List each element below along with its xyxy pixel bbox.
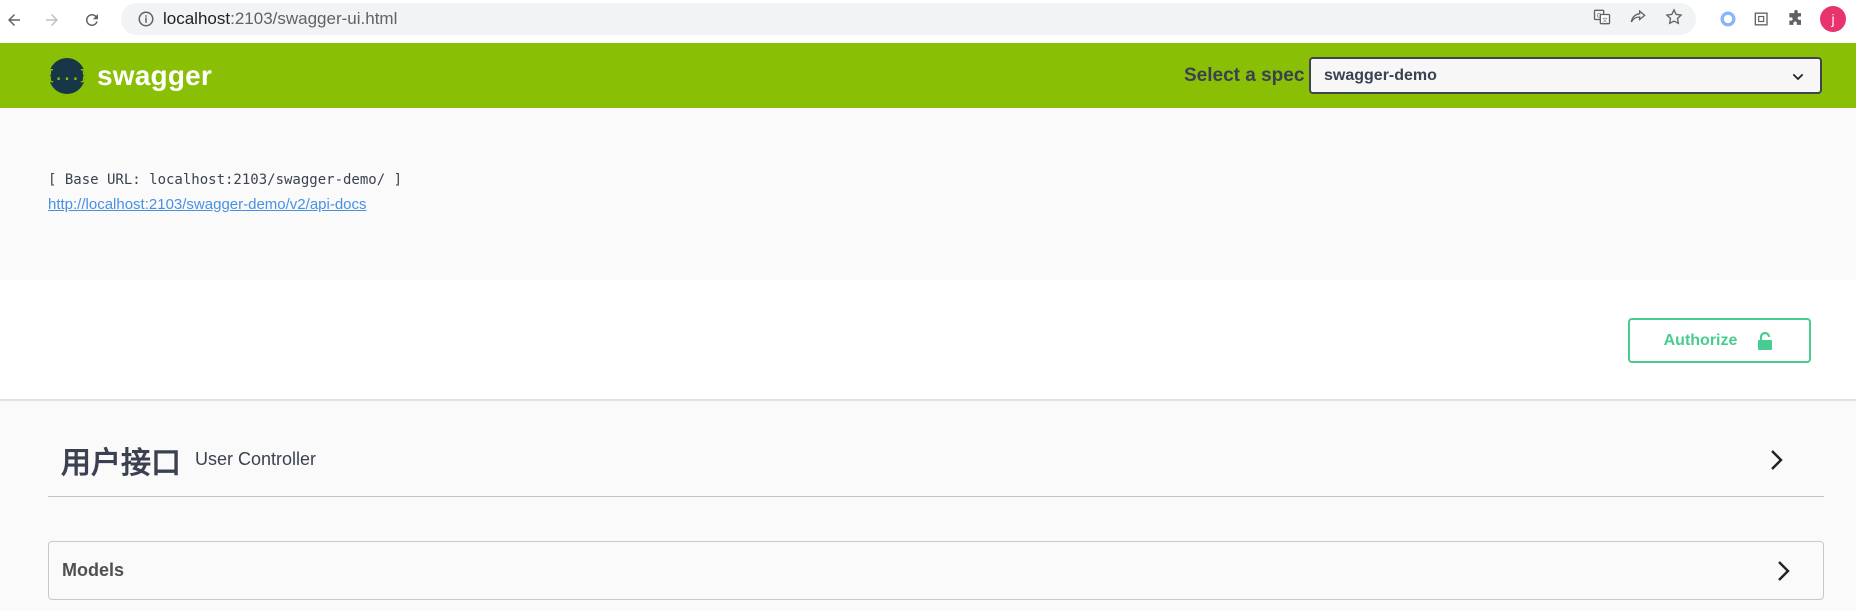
tag-section-user-controller[interactable]: 用户接口 User Controller <box>48 423 1824 497</box>
spec-select[interactable]: swagger-demo <box>1309 57 1822 94</box>
forward-button[interactable] <box>32 0 72 40</box>
address-bar[interactable]: localhost:2103/swagger-ui.html 文G <box>121 3 1696 35</box>
extensions-area: j <box>1718 6 1846 32</box>
scheme-container: Authorize <box>0 280 1856 401</box>
reload-icon <box>85 13 98 26</box>
translate-icon[interactable]: 文G <box>1592 7 1612 27</box>
authorize-label: Authorize <box>1663 331 1738 349</box>
spec-label: Select a spec <box>1184 65 1305 86</box>
chevron-right-icon[interactable] <box>1764 448 1788 472</box>
tag-description: User Controller <box>195 449 317 469</box>
extension-circle-icon[interactable] <box>1718 9 1738 29</box>
extension-reader-icon[interactable] <box>1752 9 1772 29</box>
authorize-button[interactable]: Authorize <box>1628 318 1811 363</box>
tag-name: 用户接口 <box>61 446 181 480</box>
puzzle-icon[interactable] <box>1786 9 1806 29</box>
swagger-logo[interactable]: {...} swagger <box>46 58 212 94</box>
swagger-logo-icon: {...} <box>46 58 88 94</box>
svg-text:文: 文 <box>1602 16 1608 24</box>
url-host: localhost <box>163 9 231 28</box>
browser-toolbar: localhost:2103/swagger-ui.html 文G j <box>0 0 1856 40</box>
api-docs-link[interactable]: http://localhost:2103/swagger-demo/v2/ap… <box>48 196 367 213</box>
swagger-logo-text: swagger <box>97 60 212 91</box>
base-url: [ Base URL: localhost:2103/swagger-demo/… <box>48 172 403 188</box>
models-title: Models <box>62 560 125 580</box>
arrow-left-icon <box>8 14 20 26</box>
models-section[interactable]: Models <box>48 541 1824 600</box>
info-icon[interactable] <box>137 10 155 28</box>
svg-text:G: G <box>1597 13 1602 19</box>
url-path: :2103/swagger-ui.html <box>230 9 398 28</box>
back-button[interactable] <box>0 0 34 40</box>
chevron-down-icon <box>1792 73 1804 81</box>
chevron-right-icon[interactable] <box>1771 559 1795 583</box>
share-icon[interactable] <box>1628 7 1648 27</box>
unlock-icon <box>1758 331 1773 350</box>
swagger-topbar: {...} swagger Select a spec swagger-demo <box>0 43 1856 108</box>
omnibox-actions: 文G <box>1592 7 1684 27</box>
info-section: [ Base URL: localhost:2103/swagger-demo/… <box>0 108 1856 280</box>
star-icon[interactable] <box>1664 7 1684 27</box>
main-content: 用户接口 User Controller Models <box>0 401 1856 611</box>
arrow-right-icon <box>46 14 58 26</box>
reload-button[interactable] <box>72 0 112 40</box>
avatar[interactable]: j <box>1820 6 1846 32</box>
spec-select-value: swagger-demo <box>1324 66 1437 84</box>
